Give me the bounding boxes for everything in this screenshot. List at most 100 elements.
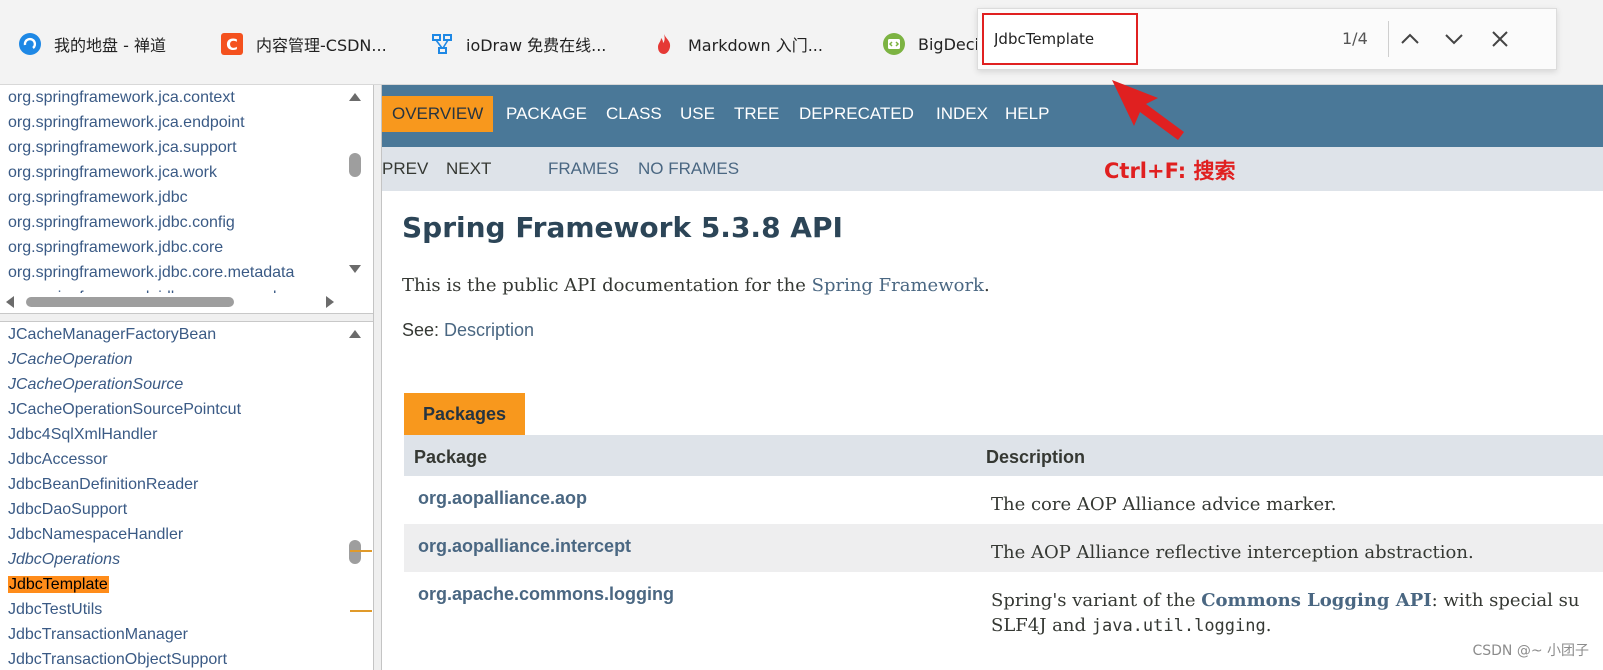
find-previous-button[interactable] (1396, 25, 1424, 53)
commons-logging-link[interactable]: Commons Logging API (1201, 590, 1431, 611)
package-list-item[interactable]: org.springframework.jdbc.core (8, 235, 314, 260)
nav-index[interactable]: INDEX (936, 96, 988, 132)
no-frames-link[interactable]: NO FRAMES (638, 159, 739, 179)
scroll-right-icon[interactable] (326, 296, 334, 308)
overview-frame: OVERVIEW PACKAGE CLASS USE TREE DEPRECAT… (382, 85, 1603, 670)
top-navigation: OVERVIEW PACKAGE CLASS USE TREE DEPRECAT… (382, 85, 1603, 147)
description-link[interactable]: Description (444, 320, 534, 340)
desc-prefix: Spring's variant of the (991, 590, 1202, 611)
package-list-item[interactable]: org.springframework.jdbc.core.metadata (8, 260, 314, 285)
bookmark-iodraw[interactable]: ioDraw 免费在线... (430, 30, 606, 58)
find-highlight: JdbcTemplate (8, 576, 109, 593)
class-list-item[interactable]: JCacheOperation (8, 347, 241, 372)
scroll-up-icon[interactable] (349, 93, 361, 101)
col-package: Package (414, 447, 488, 467)
class-list-frame: JCacheManagerFactoryBean JCacheOperation J… (0, 322, 373, 670)
class-list-item[interactable]: JdbcTemplate (8, 572, 241, 597)
nav-class[interactable]: CLASS (606, 96, 662, 132)
class-list-item[interactable]: JdbcDaoSupport (8, 497, 241, 522)
class-list-item[interactable]: JdbcTransactionManager (8, 622, 241, 647)
package-list-frame: org.springframework.jca.context org.sprin… (0, 85, 373, 313)
scrollbar-thumb[interactable] (349, 153, 361, 177)
nav-help[interactable]: HELP (1005, 96, 1049, 132)
find-separator (1388, 21, 1389, 57)
class-list-item[interactable]: JdbcTransactionObjectSupport (8, 647, 241, 670)
bookmark-label: 我的地盘 - 禅道 (54, 36, 166, 55)
find-bar: 1/4 (977, 8, 1557, 70)
scroll-down-icon[interactable] (349, 265, 361, 273)
package-description: Spring's variant of the Commons Logging … (991, 588, 1579, 639)
page-title: Spring Framework 5.3.8 API (402, 211, 843, 244)
prev-link[interactable]: PREV (382, 159, 428, 179)
bookmark-label: BigDeci (918, 34, 979, 54)
package-list-item[interactable]: org.springframework.jca.support (8, 135, 314, 160)
zentao-icon (18, 32, 42, 56)
nav-tree[interactable]: TREE (734, 96, 779, 132)
intro-prefix: This is the public API documentation for… (402, 275, 812, 296)
find-input[interactable] (982, 13, 1138, 65)
bookmark-label: 内容管理-CSDN... (256, 36, 387, 55)
package-link[interactable]: org.aopalliance.aop (418, 488, 587, 509)
package-list-item[interactable]: org.springframework.jca.work (8, 160, 314, 185)
svg-text:C: C (226, 35, 238, 54)
desc-suffix: : with special su (1431, 590, 1580, 611)
package-description: The AOP Alliance reflective interception… (991, 542, 1474, 563)
package-list-item[interactable]: org.springframework.jca.context (8, 85, 314, 110)
class-list-item[interactable]: JdbcOperations (8, 547, 241, 572)
package-list-item[interactable]: org.springframework.jdbc (8, 185, 314, 210)
flame-icon (652, 32, 676, 56)
intro-suffix: . (983, 275, 990, 296)
class-list-item[interactable]: Jdbc4SqlXmlHandler (8, 422, 241, 447)
bookmark-markdown[interactable]: Markdown 入门... (652, 30, 823, 58)
nav-package[interactable]: PACKAGE (506, 96, 587, 132)
bookmark-bigdeci[interactable]: BigDeci (882, 30, 979, 58)
bookmark-label: ioDraw 免费在线... (466, 36, 607, 55)
spring-framework-link[interactable]: Spring Framework (812, 275, 984, 296)
package-list-item[interactable]: org.springframework.jca.endpoint (8, 110, 314, 135)
frame-splitter[interactable] (373, 85, 382, 670)
table-row: org.apache.commons.logging Spring's vari… (404, 572, 1603, 652)
scrollbar-thumb[interactable] (26, 297, 234, 307)
packages-caption: Packages (404, 393, 526, 435)
package-list: org.springframework.jca.context org.sprin… (8, 85, 314, 310)
class-list-item[interactable]: JCacheOperationSource (8, 372, 241, 397)
package-description: The core AOP Alliance advice marker. (991, 494, 1337, 515)
scroll-left-icon[interactable] (6, 296, 14, 308)
class-list-item[interactable]: JdbcBeanDefinitionReader (8, 472, 241, 497)
class-list-item[interactable]: JdbcTestUtils (8, 597, 241, 622)
table-row: org.aopalliance.aop The core AOP Allianc… (404, 476, 1603, 524)
package-list-vscrollbar[interactable] (347, 85, 363, 293)
search-match-marker (350, 610, 372, 612)
chevron-down-icon (1445, 34, 1463, 45)
class-list-item[interactable]: JdbcAccessor (8, 447, 241, 472)
code-icon (882, 32, 906, 56)
scrollbar-thumb[interactable] (349, 540, 361, 564)
nav-use[interactable]: USE (680, 96, 715, 132)
bookmark-zentao[interactable]: 我的地盘 - 禅道 (18, 30, 166, 58)
next-link[interactable]: NEXT (446, 159, 491, 179)
class-list-vscrollbar[interactable] (347, 322, 363, 670)
frame-resize-handle[interactable] (0, 313, 373, 322)
class-list-item[interactable]: JCacheManagerFactoryBean (8, 322, 241, 347)
frames-link[interactable]: FRAMES (548, 159, 619, 179)
find-next-button[interactable] (1440, 25, 1468, 53)
package-list-item[interactable]: org.springframework.jdbc.config (8, 210, 314, 235)
intro-text: This is the public API documentation for… (402, 275, 990, 296)
close-icon (1492, 31, 1508, 47)
bookmark-csdn[interactable]: C 内容管理-CSDN... (220, 30, 387, 58)
package-list-hscrollbar[interactable] (0, 293, 350, 309)
see-line: See: Description (402, 320, 534, 341)
class-list-item[interactable]: JdbcNamespaceHandler (8, 522, 241, 547)
package-link[interactable]: org.apache.commons.logging (418, 584, 674, 605)
class-list-item[interactable]: JCacheOperationSourcePointcut (8, 397, 241, 422)
nav-deprecated[interactable]: DEPRECATED (799, 96, 914, 132)
search-match-marker (350, 550, 372, 552)
annotation-arrow-icon (1112, 80, 1184, 140)
package-link[interactable]: org.aopalliance.intercept (418, 536, 631, 557)
desc-line2-prefix: SLF4J and (991, 615, 1092, 636)
find-close-button[interactable] (1486, 25, 1514, 53)
annotation-label: Ctrl+F: 搜索 (1104, 159, 1236, 183)
nav-overview[interactable]: OVERVIEW (382, 96, 494, 132)
scroll-up-icon[interactable] (349, 330, 361, 338)
sub-navigation: PREV NEXT FRAMES NO FRAMES (382, 147, 1603, 191)
